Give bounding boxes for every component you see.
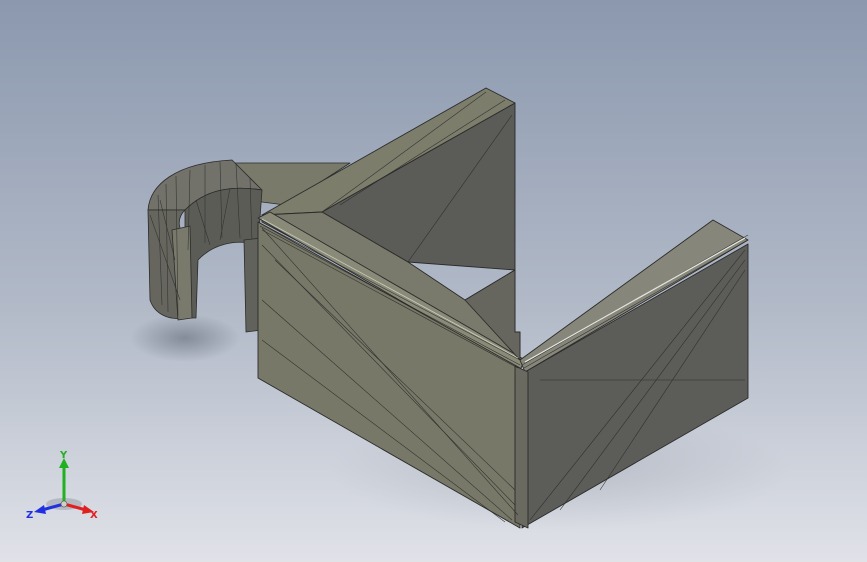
- view-orientation-triad[interactable]: Y X Z: [24, 448, 104, 524]
- triad-graphic: Y X Z: [26, 450, 98, 521]
- z-axis-arrow: [34, 505, 46, 514]
- graphics-viewport[interactable]: Y X Z: [0, 0, 867, 562]
- y-axis-label: Y: [59, 450, 68, 461]
- z-axis-label: Z: [26, 510, 33, 521]
- x-axis-label: X: [90, 510, 98, 521]
- 3d-model[interactable]: [0, 0, 867, 562]
- model-shadow: [130, 314, 240, 362]
